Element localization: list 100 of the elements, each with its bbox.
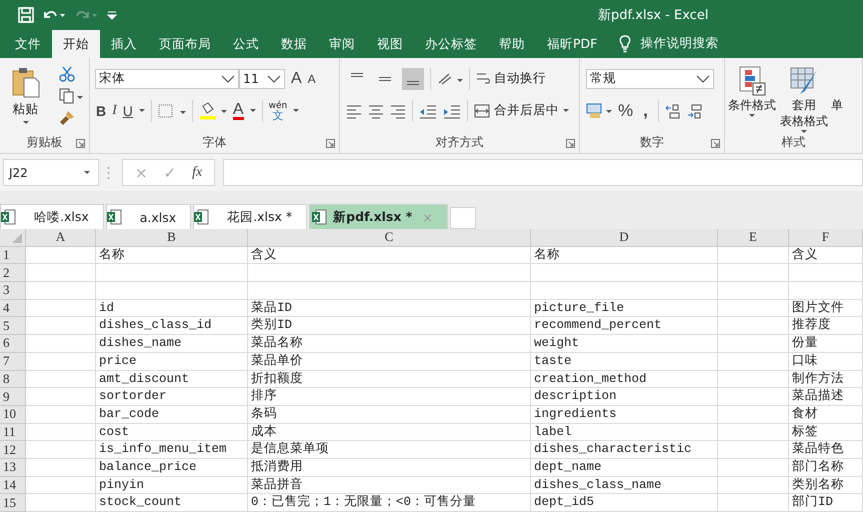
bold-button[interactable]: B [96,102,106,119]
triangle-icon [11,232,23,244]
insert-function-button[interactable]: fx [192,164,202,181]
ribbon-tab[interactable]: 插入 [100,30,148,58]
group-label: 样式 [782,134,806,152]
table-cell: ingredients [531,406,718,424]
row-header[interactable]: 12 [0,441,26,459]
row-header[interactable]: 8 [0,370,26,388]
column-header[interactable]: C [248,229,531,247]
merge-center-button[interactable]: 合并后居中 [474,102,569,120]
format-as-table-button[interactable]: 套用 表格格式 [779,66,829,133]
increase-indent-icon[interactable] [443,102,461,119]
ribbon-tab[interactable]: 文件 [4,30,52,58]
file-tab[interactable]: 新pdf.xlsx * × [309,204,448,229]
row-header[interactable]: 13 [0,458,26,477]
ribbon-tab[interactable]: 帮助 [488,30,536,58]
dialog-launcher-icon[interactable] [326,138,335,148]
column-header[interactable]: D [531,229,718,247]
column-header[interactable]: F [789,229,863,247]
empty-cell [718,264,789,282]
brush-icon[interactable] [59,110,75,126]
chevron-down-icon [267,74,281,83]
font-size-field[interactable]: 11 [239,68,285,89]
file-tab[interactable]: 花园.xlsx * [193,204,308,229]
ribbon-tab[interactable]: 页面布局 [148,30,222,58]
ribbon-tab[interactable]: 福昕PDF [536,30,608,58]
table-cell: 菜品特色 [789,441,863,459]
vertical-align-button[interactable] [402,68,424,90]
row-header[interactable]: 4 [0,300,26,318]
dialog-launcher-icon[interactable] [76,138,85,148]
row-header[interactable]: 15 [0,494,26,512]
decrease-indent-icon[interactable] [419,102,437,119]
increase-decimal-icon[interactable] [664,102,681,119]
table-cell: label [531,424,718,442]
font-color-button[interactable]: A [232,102,244,120]
align-center-icon[interactable] [368,102,384,119]
fill-color-icon[interactable] [198,102,227,120]
phonetic-guide-button[interactable]: wén 文 [268,100,288,121]
row-header[interactable]: 9 [0,388,26,406]
align-right-icon[interactable] [390,102,406,119]
column-header[interactable]: E [718,229,789,247]
table-cell: 口味 [789,352,863,370]
underline-button[interactable]: U [122,102,133,119]
table-cell: 菜品拼音 [248,476,531,494]
table-cell: recommend_percent [531,317,718,336]
tell-me-search[interactable]: 操作说明搜索 [640,35,718,52]
caret-icon[interactable] [138,109,145,112]
conditional-formatting-button[interactable]: 条件格式 [727,66,777,117]
row-header[interactable]: 2 [0,264,26,282]
name-box[interactable]: J22 [3,159,99,186]
column-header[interactable]: A [26,229,96,247]
table-cell: 菜品描述 [789,388,863,406]
ribbon-tab[interactable]: 数据 [270,30,318,58]
shrink-font-button[interactable]: A [308,72,316,86]
align-left-icon[interactable] [346,102,362,119]
cell-styles-button[interactable]: 单 [831,96,843,114]
save-icon[interactable] [18,6,34,23]
ribbon-tab[interactable]: 开始 [52,30,100,58]
row-header[interactable]: 1 [0,246,26,264]
copy-icon[interactable] [59,88,83,104]
currency-icon[interactable] [586,102,612,120]
table-cell: bar_code [96,406,248,424]
borders-icon[interactable] [158,102,186,119]
ribbon-tab[interactable]: 公式 [222,30,270,58]
grip-icon [107,166,110,180]
caret-icon[interactable] [250,109,256,112]
table-cell: weight [531,335,718,353]
row-header[interactable]: 3 [0,282,26,300]
row-header[interactable]: 14 [0,476,26,494]
vertical-align-icon [407,80,419,85]
orientation-icon[interactable] [437,70,463,87]
row-header[interactable]: 10 [0,406,26,424]
formula-input[interactable] [223,159,863,186]
row-header[interactable]: 11 [0,424,26,442]
table-cell: 成本 [248,424,531,442]
ribbon-tab[interactable]: 视图 [366,30,414,58]
ribbon-tab[interactable]: 办公标签 [414,30,488,58]
dialog-launcher-icon[interactable] [711,138,720,148]
row-header[interactable]: 6 [0,335,26,353]
percent-button[interactable]: % [618,100,634,121]
row-header[interactable]: 5 [0,317,26,336]
grow-font-button[interactable]: A [291,70,302,88]
file-tab[interactable]: a.xlsx [106,204,192,229]
number-format-field[interactable]: 常规 [586,68,714,89]
row-header[interactable]: 7 [0,352,26,370]
italic-button[interactable]: I [112,102,117,119]
paste-button[interactable]: 粘贴 [6,66,45,124]
caret-icon[interactable] [293,109,300,112]
comma-button[interactable]: , [639,100,652,121]
scissors-icon[interactable] [59,66,75,82]
excel-file-icon [1,209,16,225]
dialog-launcher-icon[interactable] [566,138,575,148]
ribbon-tab[interactable]: 审阅 [318,30,366,58]
column-header[interactable]: B [96,229,248,247]
decrease-decimal-icon[interactable] [686,102,703,119]
caret-icon [801,130,807,133]
file-tab[interactable]: 哈喽.xlsx [0,204,104,229]
empty-cell [718,476,789,494]
wrap-text-button[interactable]: 自动换行 [476,70,546,88]
font-name-field[interactable]: 宋体 [95,68,239,89]
